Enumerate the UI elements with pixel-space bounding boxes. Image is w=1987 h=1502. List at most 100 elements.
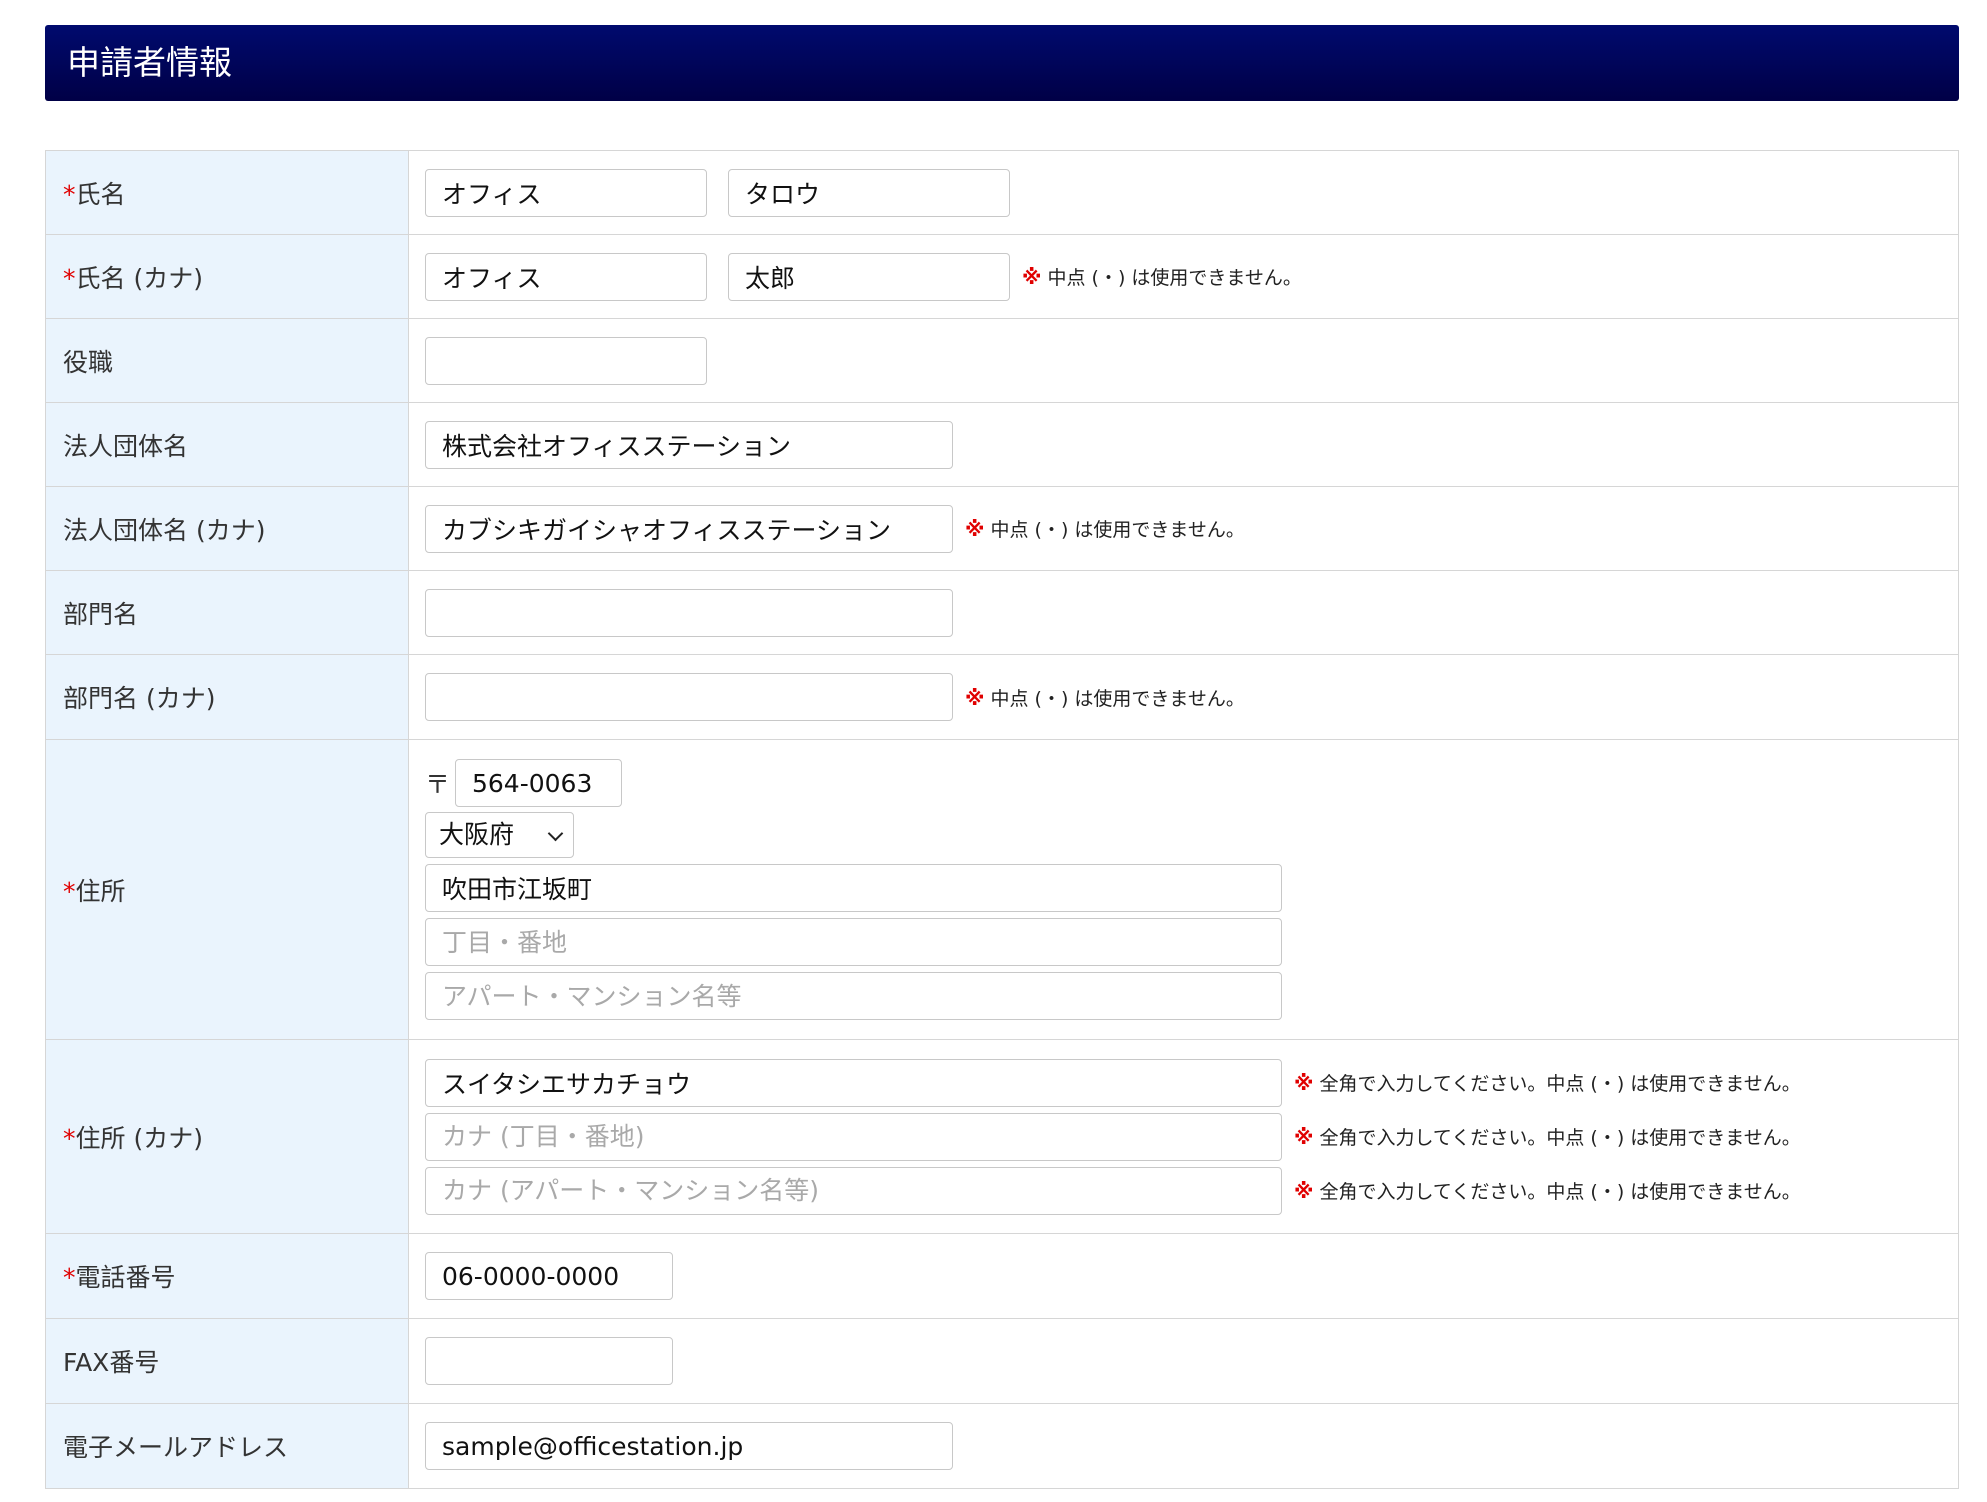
department-kana-input[interactable] [425, 673, 953, 721]
phone-input[interactable] [425, 1252, 673, 1300]
company-kana-input[interactable] [425, 504, 953, 553]
value-cell-address-kana: ※ 全角で入力してください。中点 (・) は使用できません。 ※ 全角で入力して… [408, 1039, 1959, 1234]
label-cell-company: 法人団体名 [45, 402, 409, 487]
row-email: 電子メールアドレス [45, 1403, 1959, 1489]
city-kana-input[interactable] [425, 1058, 1282, 1107]
label-department: 部門名 [63, 599, 139, 629]
note-building-kana: ※ 全角で入力してください。中点 (・) は使用できません。 [1294, 1177, 1801, 1204]
label-cell-position: 役職 [45, 318, 409, 403]
note-department-kana: ※ 中点 (・) は使用できません。 [965, 684, 1245, 711]
required-mark: * [63, 1263, 76, 1292]
note-text: 中点 (・) は使用できません。 [990, 687, 1245, 710]
row-name: *氏名 [45, 150, 1959, 235]
note-city-kana: ※ 全角で入力してください。中点 (・) は使用できません。 [1294, 1069, 1801, 1096]
city-kana-line: ※ 全角で入力してください。中点 (・) は使用できません。 [425, 1058, 1957, 1107]
value-cell-company [408, 402, 1959, 487]
value-cell-position [408, 318, 1959, 403]
street-input[interactable] [425, 918, 1282, 966]
label-cell-department-kana: 部門名 (カナ) [45, 654, 409, 740]
note-name-kana: ※ 中点 (・) は使用できません。 [1022, 263, 1302, 290]
required-mark: * [63, 179, 76, 209]
row-position: 役職 [45, 318, 1959, 403]
value-cell-email [408, 1403, 1959, 1489]
company-input[interactable] [425, 420, 953, 469]
label-position: 役職 [63, 347, 114, 377]
label-cell-company-kana: 法人団体名 (カナ) [45, 486, 409, 571]
building-kana-line: ※ 全角で入力してください。中点 (・) は使用できません。 [425, 1166, 1957, 1215]
first-name-kana-input[interactable] [728, 252, 1010, 301]
row-company: 法人団体名 [45, 402, 1959, 487]
first-name-input[interactable] [728, 168, 1010, 217]
chevron-down-icon [547, 825, 564, 842]
note-mark: ※ [1022, 265, 1042, 289]
value-cell-fax [408, 1318, 1959, 1404]
building-kana-input[interactable] [425, 1166, 1282, 1215]
city-line [425, 864, 1957, 912]
street-kana-line: ※ 全角で入力してください。中点 (・) は使用できません。 [425, 1112, 1957, 1161]
building-line [425, 972, 1957, 1020]
prefecture-select[interactable]: 大阪府 [425, 812, 574, 858]
value-cell-department-kana: ※ 中点 (・) は使用できません。 [408, 654, 1959, 740]
zip-line: 〒 [425, 759, 1957, 807]
value-cell-name-kana: ※ 中点 (・) は使用できません。 [408, 234, 1959, 319]
value-cell-phone [408, 1233, 1959, 1319]
position-input[interactable] [425, 336, 707, 385]
note-text: 全角で入力してください。中点 (・) は使用できません。 [1319, 1181, 1801, 1203]
label-cell-phone: *電話番号 [45, 1233, 409, 1319]
required-mark: * [63, 1123, 76, 1153]
label-cell-address: *住所 [45, 739, 409, 1040]
label-cell-name: *氏名 [45, 150, 409, 235]
label-name: 氏名 [75, 179, 126, 209]
row-company-kana: 法人団体名 (カナ) ※ 中点 (・) は使用できません。 [45, 486, 1959, 571]
row-fax: FAX番号 [45, 1318, 1959, 1404]
street-line [425, 918, 1957, 966]
required-mark: * [63, 876, 76, 906]
prefecture-line: 大阪府 [425, 812, 1957, 858]
label-phone: 電話番号 [75, 1263, 176, 1292]
label-cell-fax: FAX番号 [45, 1318, 409, 1404]
required-mark: * [63, 263, 76, 293]
label-address-kana: 住所 (カナ) [75, 1123, 203, 1153]
value-cell-name [408, 150, 1959, 235]
note-mark: ※ [1294, 1071, 1314, 1095]
zip-input[interactable] [455, 759, 622, 807]
note-text: 全角で入力してください。中点 (・) は使用できません。 [1319, 1073, 1801, 1095]
row-address-kana: *住所 (カナ) ※ 全角で入力してください。中点 (・) は使用できません。 … [45, 1039, 1959, 1234]
label-cell-department: 部門名 [45, 570, 409, 655]
note-mark: ※ [965, 517, 985, 541]
street-kana-input[interactable] [425, 1112, 1282, 1161]
label-name-kana: 氏名 (カナ) [75, 263, 203, 293]
label-cell-address-kana: *住所 (カナ) [45, 1039, 409, 1234]
label-cell-name-kana: *氏名 (カナ) [45, 234, 409, 319]
label-company-kana: 法人団体名 (カナ) [63, 515, 266, 545]
building-input[interactable] [425, 972, 1282, 1020]
note-company-kana: ※ 中点 (・) は使用できません。 [965, 515, 1245, 542]
value-cell-department [408, 570, 1959, 655]
label-cell-email: 電子メールアドレス [45, 1403, 409, 1489]
fax-input[interactable] [425, 1337, 673, 1385]
last-name-kana-input[interactable] [425, 252, 707, 301]
note-text: 中点 (・) は使用できません。 [1047, 267, 1302, 289]
label-fax: FAX番号 [63, 1348, 160, 1377]
value-cell-address: 〒 大阪府 [408, 739, 1959, 1040]
row-address: *住所 〒 大阪府 [45, 739, 1959, 1040]
section-title: 申請者情報 [45, 25, 1959, 101]
city-input[interactable] [425, 864, 1282, 912]
last-name-input[interactable] [425, 168, 707, 217]
row-name-kana: *氏名 (カナ) ※ 中点 (・) は使用できません。 [45, 234, 1959, 319]
email-input[interactable] [425, 1422, 953, 1470]
label-address: 住所 [75, 876, 126, 906]
row-phone: *電話番号 [45, 1233, 1959, 1319]
applicant-info-page: 申請者情報 *氏名 *氏名 (カナ) ※ 中点 (・) は使用できません。 役職 [0, 0, 1987, 1502]
label-department-kana: 部門名 (カナ) [63, 684, 216, 713]
row-department: 部門名 [45, 570, 1959, 655]
label-email: 電子メールアドレス [63, 1433, 289, 1462]
note-mark: ※ [1294, 1179, 1314, 1203]
note-street-kana: ※ 全角で入力してください。中点 (・) は使用できません。 [1294, 1123, 1801, 1150]
applicant-form-table: *氏名 *氏名 (カナ) ※ 中点 (・) は使用できません。 役職 [45, 150, 1959, 1489]
note-mark: ※ [965, 685, 985, 710]
prefecture-selected: 大阪府 [439, 820, 515, 849]
note-mark: ※ [1294, 1125, 1314, 1149]
label-company: 法人団体名 [63, 431, 189, 461]
department-input[interactable] [425, 588, 953, 637]
